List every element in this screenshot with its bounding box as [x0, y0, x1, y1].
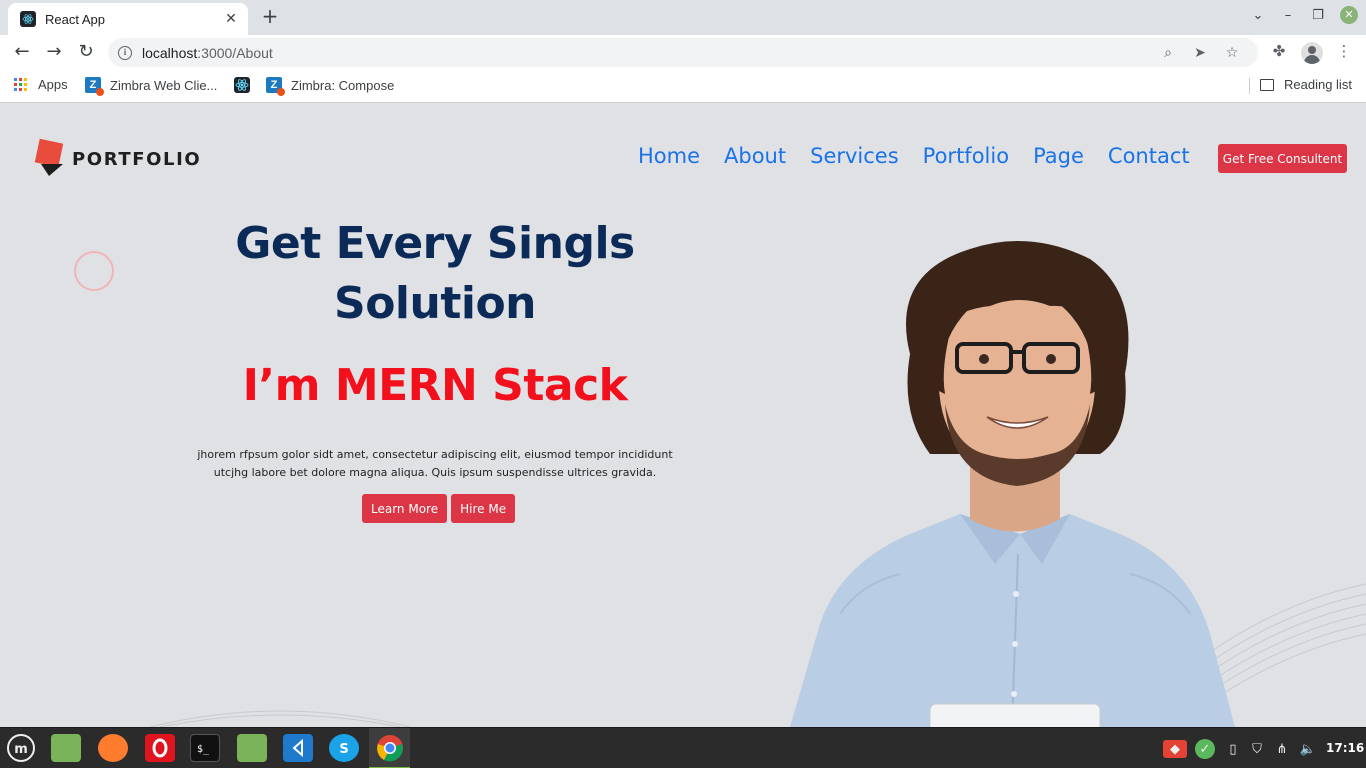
reading-list-icon: [1260, 78, 1274, 91]
anydesk-icon[interactable]: ◆: [1163, 740, 1187, 758]
nav-about[interactable]: About: [724, 144, 786, 168]
bookmark-label: Zimbra Web Clie...: [110, 77, 218, 93]
nav-contact[interactable]: Contact: [1108, 144, 1190, 168]
decorative-lines: [150, 710, 410, 727]
bookmark-apps[interactable]: Apps: [14, 77, 68, 92]
url-text: localhost:3000/About: [142, 45, 1152, 61]
hire-me-button[interactable]: Hire Me: [451, 494, 516, 523]
site-info-icon[interactable]: i: [118, 45, 132, 60]
apps-grid-icon: [14, 77, 28, 92]
new-tab-button[interactable]: +: [259, 6, 281, 28]
address-bar[interactable]: i localhost:3000/About ⌕ ➤ ☆: [108, 38, 1258, 67]
react-icon: [234, 77, 250, 93]
tab-search-icon[interactable]: ⌄: [1250, 8, 1266, 23]
react-icon: [20, 11, 36, 27]
menu-icon[interactable]: ⋮: [1333, 42, 1355, 60]
hero-actions: Learn More Hire Me: [362, 494, 516, 523]
nav-home[interactable]: Home: [638, 144, 700, 168]
bookmark-react[interactable]: [234, 77, 250, 93]
main-nav: Home About Services Portfolio Page Conta…: [638, 144, 1214, 168]
site-logo[interactable]: PORTFOLIO: [34, 138, 202, 178]
hero-subtitle: I’m MERN Stack: [242, 360, 628, 411]
reading-list-label: Reading list: [1284, 77, 1352, 92]
clock[interactable]: 17:16: [1326, 741, 1364, 755]
profile-avatar[interactable]: [1301, 42, 1323, 64]
network-icon[interactable]: ⋔: [1273, 740, 1291, 758]
url-host: localhost: [142, 44, 198, 61]
close-window-icon[interactable]: ✕: [1340, 6, 1358, 24]
svg-text:m: m: [14, 742, 28, 757]
volume-icon[interactable]: 🔈: [1299, 740, 1317, 758]
logo-text: PORTFOLIO: [72, 148, 202, 170]
zoom-icon[interactable]: ⌕: [1152, 45, 1184, 61]
opera-icon[interactable]: [145, 734, 175, 762]
os-taskbar: m $_ S ◆ ✓ ▯ ⛉ ⋔ 🔈 17:16: [0, 727, 1366, 768]
nav-portfolio[interactable]: Portfolio: [923, 144, 1009, 168]
files-icon[interactable]: [51, 734, 81, 762]
svg-text:S: S: [339, 742, 348, 756]
chrome-icon[interactable]: [375, 734, 405, 762]
learn-more-button[interactable]: Learn More: [362, 494, 448, 523]
hero-title-line2: Solution: [334, 278, 537, 329]
hero-description: jhorem rfpsum golor sidt amet, consectet…: [180, 446, 690, 482]
reload-icon[interactable]: ↻: [74, 40, 98, 64]
hero-title-line1: Get Every Singls: [235, 218, 635, 269]
clipboard-icon[interactable]: ▯: [1224, 740, 1242, 758]
reading-list-button[interactable]: Reading list: [1260, 77, 1352, 92]
tab-title: React App: [45, 11, 105, 27]
decorative-circle: [74, 251, 114, 291]
url-path: :3000/About: [197, 44, 273, 61]
tab-strip: React App ✕ + ⌄ – ❐ ✕: [0, 0, 1366, 35]
bookmark-zimbra-web[interactable]: Z Zimbra Web Clie...: [85, 77, 218, 96]
nav-services[interactable]: Services: [810, 144, 899, 168]
send-icon[interactable]: ➤: [1184, 45, 1216, 61]
minimize-icon[interactable]: –: [1280, 8, 1296, 23]
vscode-icon[interactable]: [283, 734, 313, 762]
browser-toolbar: ← → ↻ i localhost:3000/About ⌕ ➤ ☆ ✤ ⋮: [0, 35, 1366, 69]
close-tab-icon[interactable]: ✕: [222, 11, 240, 27]
shield-icon[interactable]: ⛉: [1248, 740, 1266, 758]
page-content: PORTFOLIO Home About Services Portfolio …: [0, 104, 1366, 727]
bookmark-star-icon[interactable]: ☆: [1216, 45, 1248, 61]
zimbra-icon: Z: [85, 77, 104, 96]
bookmark-label: Apps: [38, 77, 68, 92]
folder-icon[interactable]: [237, 734, 267, 762]
nav-page[interactable]: Page: [1033, 144, 1084, 168]
divider: [1249, 78, 1250, 94]
hero-description-line1: jhorem rfpsum golor sidt amet, consectet…: [197, 448, 673, 461]
browser-tab[interactable]: React App ✕: [8, 3, 248, 35]
zimbra-icon: Z: [266, 77, 285, 96]
window-controls: ⌄ – ❐ ✕: [1250, 6, 1358, 24]
firefox-icon[interactable]: [98, 734, 128, 762]
restore-icon[interactable]: ❐: [1310, 8, 1326, 23]
svg-text:$_: $_: [197, 744, 210, 755]
bookmark-label: Zimbra: Compose: [291, 77, 395, 93]
terminal-icon[interactable]: $_: [190, 734, 220, 762]
hero-title: Get Every Singls Solution: [180, 214, 690, 334]
logo-mark-icon: [34, 138, 65, 178]
hero-portrait-image: [790, 241, 1235, 727]
update-check-icon[interactable]: ✓: [1195, 739, 1215, 759]
skype-icon[interactable]: S: [329, 734, 359, 762]
get-consultant-button[interactable]: Get Free Consultent: [1218, 144, 1347, 173]
back-icon[interactable]: ←: [10, 40, 34, 64]
hero-description-line2: utcjhg labore bet dolore magna aliqua. Q…: [213, 466, 657, 479]
mint-menu-icon[interactable]: m: [6, 734, 36, 762]
bookmark-zimbra-compose[interactable]: Z Zimbra: Compose: [266, 77, 395, 96]
forward-icon[interactable]: →: [42, 40, 66, 64]
bookmarks-bar: Apps Z Zimbra Web Clie... Z Zimbra: Comp…: [0, 69, 1366, 103]
extensions-icon[interactable]: ✤: [1268, 42, 1290, 60]
